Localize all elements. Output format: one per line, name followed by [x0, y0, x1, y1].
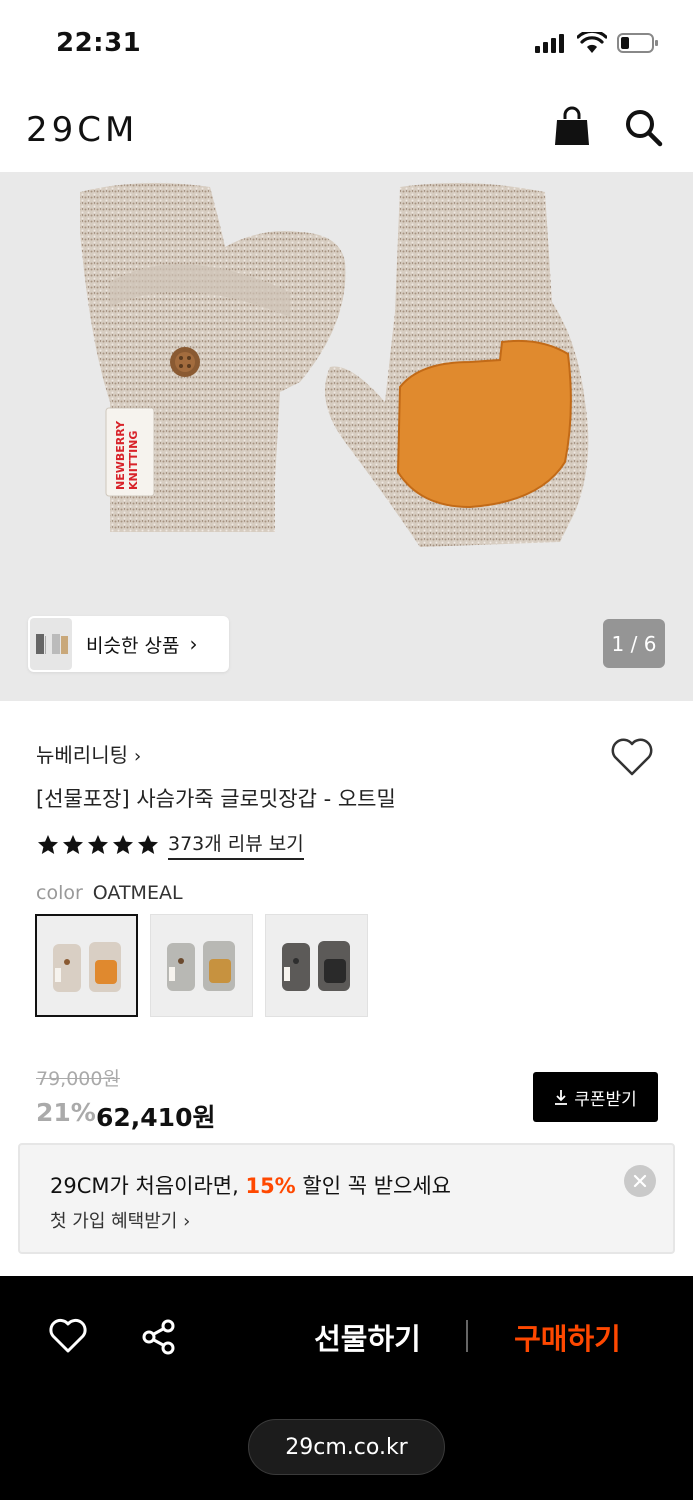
heart-outline-icon: [49, 1318, 87, 1353]
svg-text:NEWBERRY: NEWBERRY: [114, 420, 127, 490]
promo-signup-link[interactable]: 첫 가입 혜택받기 ›: [50, 1207, 190, 1233]
star-icon: [113, 834, 133, 854]
rating: 373개 리뷰 보기: [36, 829, 304, 860]
discount-rate: 21%: [36, 1098, 96, 1127]
like-button[interactable]: [610, 737, 654, 777]
heart-outline-icon: [611, 738, 653, 776]
star-icon: [63, 834, 83, 854]
star-icon: [138, 834, 158, 854]
color-label: color: [36, 882, 83, 904]
search-button[interactable]: [624, 108, 664, 148]
review-link[interactable]: 373개 리뷰 보기: [168, 829, 304, 860]
similar-products-label: 비슷한 상품: [86, 634, 180, 657]
gift-button[interactable]: 선물하기: [280, 1316, 455, 1358]
similar-thumbnail: [46, 618, 72, 670]
brand-name: 뉴베리니팅: [36, 743, 128, 767]
buy-button[interactable]: 구매하기: [480, 1316, 655, 1358]
search-icon: [626, 110, 663, 147]
image-page-indicator: 1 / 6: [603, 619, 665, 668]
status-time: 22:31: [56, 28, 142, 58]
status-bar: 22:31: [0, 0, 693, 88]
color-swatch-charcoal[interactable]: [265, 914, 368, 1017]
app-header: 29CM: [0, 88, 693, 172]
similar-products-button[interactable]: 비슷한 상품 ›: [28, 616, 229, 672]
download-icon: [555, 1090, 568, 1105]
original-price: 79,000원: [36, 1068, 120, 1090]
share-icon: [142, 1319, 175, 1355]
similar-thumbnails: [28, 616, 72, 672]
bottom-divider: [466, 1320, 468, 1352]
signup-promo-banner[interactable]: 29CM가 처음이라면, 15% 할인 꼭 받으세요 첫 가입 혜택받기 ›: [18, 1143, 675, 1254]
brand-link[interactable]: 뉴베리니팅 ›: [36, 739, 141, 768]
coupon-button[interactable]: 쿠폰받기: [533, 1072, 658, 1122]
rating-stars: [36, 833, 160, 857]
promo-title-suffix: 할인 꼭 받으세요: [295, 1174, 451, 1198]
battery-icon: [617, 33, 658, 53]
final-price: 62,410원: [96, 1103, 216, 1132]
color-swatches: [35, 914, 368, 1017]
product-name: [선물포장] 사슴가죽 글로밋장갑 - 오트밀: [36, 787, 396, 811]
color-swatch-oatmeal[interactable]: [35, 914, 138, 1017]
product-gallery[interactable]: NEWBERRY KNITTING 비슷한 상품 › 1 / 6: [0, 172, 693, 701]
logo[interactable]: 29CM: [26, 110, 138, 150]
star-icon: [88, 834, 108, 854]
signal-icon: [535, 34, 564, 53]
color-value: OATMEAL: [92, 882, 183, 904]
color-row: color OATMEAL: [36, 882, 183, 904]
promo-close-button[interactable]: [624, 1165, 656, 1197]
share-button[interactable]: [140, 1318, 178, 1360]
close-icon: [633, 1174, 647, 1188]
promo-title: 29CM가 처음이라면, 15% 할인 꼭 받으세요: [50, 1170, 451, 1200]
wifi-icon: [577, 32, 607, 53]
chevron-right-icon: ›: [189, 632, 198, 656]
svg-text:KNITTING: KNITTING: [127, 431, 140, 490]
promo-highlight: 15%: [245, 1174, 296, 1198]
status-icons: [535, 32, 659, 54]
coupon-label: 쿠폰받기: [574, 1089, 637, 1110]
bottom-like-button[interactable]: [48, 1318, 88, 1358]
promo-title-prefix: 29CM가 처음이라면,: [50, 1174, 246, 1198]
url-bar[interactable]: 29cm.co.kr: [248, 1419, 445, 1475]
chevron-right-icon: ›: [134, 746, 142, 767]
shopping-bag-icon: [555, 106, 589, 145]
color-swatch-grey[interactable]: [150, 914, 253, 1017]
star-icon: [38, 834, 58, 854]
cart-button[interactable]: [554, 106, 590, 146]
bottom-action-bar: 선물하기 구매하기 29cm.co.kr: [0, 1276, 693, 1500]
